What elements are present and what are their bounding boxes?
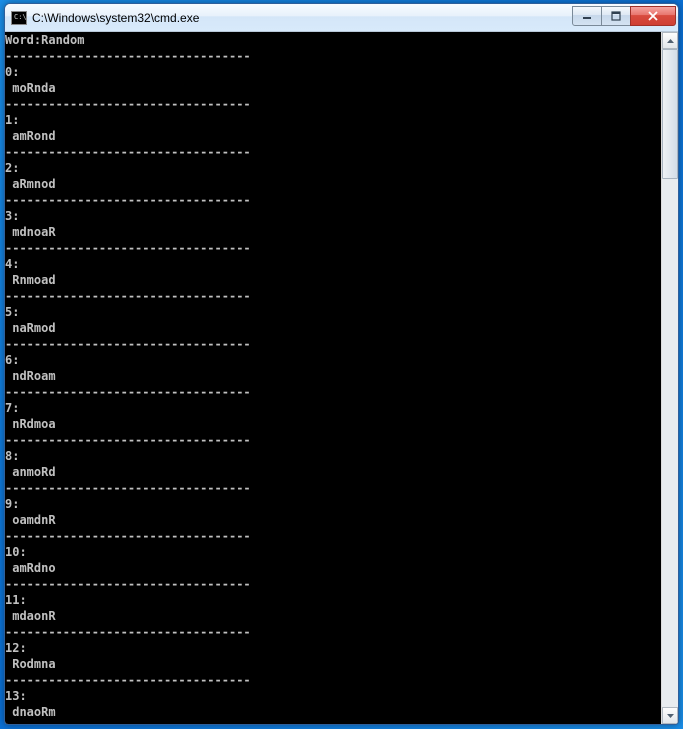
maximize-button[interactable] <box>601 6 631 26</box>
console-permutation: amRdno <box>5 560 661 576</box>
window-title: C:\Windows\system32\cmd.exe <box>32 11 573 25</box>
console-index: 5: <box>5 304 661 320</box>
scrollbar[interactable] <box>661 32 678 724</box>
console-divider: ---------------------------------- <box>5 96 661 112</box>
console-divider: ---------------------------------- <box>5 672 661 688</box>
minimize-button[interactable] <box>572 6 602 26</box>
console-header: Word:Random <box>5 32 661 48</box>
console-index: 1: <box>5 112 661 128</box>
scroll-up-button[interactable] <box>662 32 678 49</box>
console-permutation: naRmod <box>5 320 661 336</box>
console-permutation: Rodmna <box>5 656 661 672</box>
console-permutation: nRdmoa <box>5 416 661 432</box>
console-index: 4: <box>5 256 661 272</box>
console-index: 9: <box>5 496 661 512</box>
console-divider: ---------------------------------- <box>5 288 661 304</box>
close-button[interactable] <box>630 6 676 26</box>
console-permutation: anmoRd <box>5 464 661 480</box>
scroll-track[interactable] <box>662 49 678 707</box>
titlebar[interactable]: C:\Windows\system32\cmd.exe <box>5 4 678 32</box>
console-divider: ---------------------------------- <box>5 528 661 544</box>
console-index: 7: <box>5 400 661 416</box>
console-index: 2: <box>5 160 661 176</box>
console-permutation: dnaoRm <box>5 704 661 720</box>
console-permutation: Rnmoad <box>5 272 661 288</box>
console-output: Word:Random-----------------------------… <box>5 32 661 724</box>
console-index: 13: <box>5 688 661 704</box>
console-permutation: ndRoam <box>5 368 661 384</box>
console-index: 11: <box>5 592 661 608</box>
console-permutation: aRmnod <box>5 176 661 192</box>
scroll-thumb[interactable] <box>662 49 678 179</box>
console-divider: ---------------------------------- <box>5 48 661 64</box>
console-permutation: amRond <box>5 128 661 144</box>
console-divider: ---------------------------------- <box>5 192 661 208</box>
console-permutation: mdnoaR <box>5 224 661 240</box>
console-permutation: moRnda <box>5 80 661 96</box>
client-area: Word:Random-----------------------------… <box>5 32 678 724</box>
console-index: 10: <box>5 544 661 560</box>
console-permutation: oamdnR <box>5 512 661 528</box>
console-index: 6: <box>5 352 661 368</box>
console-divider: ---------------------------------- <box>5 384 661 400</box>
console-divider: ---------------------------------- <box>5 720 661 724</box>
console-index: 12: <box>5 640 661 656</box>
console-index: 3: <box>5 208 661 224</box>
cmd-window: C:\Windows\system32\cmd.exe Word:Random-… <box>4 3 679 725</box>
scroll-down-button[interactable] <box>662 707 678 724</box>
console-divider: ---------------------------------- <box>5 576 661 592</box>
console-divider: ---------------------------------- <box>5 240 661 256</box>
cmd-icon <box>11 11 27 25</box>
console-index: 0: <box>5 64 661 80</box>
window-controls <box>573 6 676 26</box>
console-divider: ---------------------------------- <box>5 336 661 352</box>
console-divider: ---------------------------------- <box>5 624 661 640</box>
console-permutation: mdaonR <box>5 608 661 624</box>
console-divider: ---------------------------------- <box>5 144 661 160</box>
console-divider: ---------------------------------- <box>5 432 661 448</box>
console-index: 8: <box>5 448 661 464</box>
console-divider: ---------------------------------- <box>5 480 661 496</box>
